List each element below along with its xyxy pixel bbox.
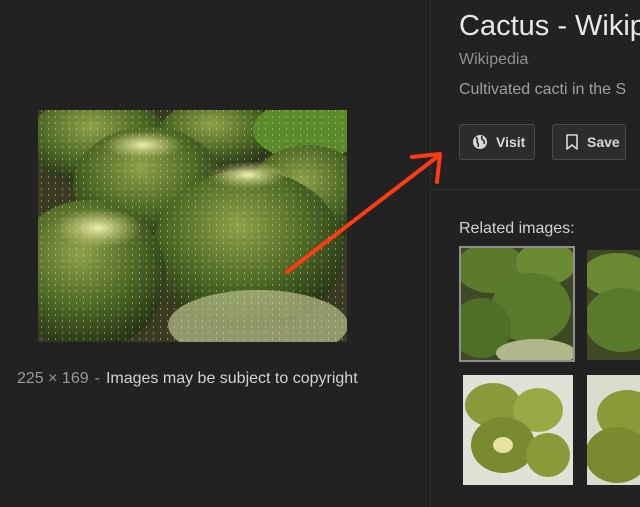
related-image-thumb[interactable] <box>587 375 640 485</box>
preview-panel: 225 × 169- Images may be subject to copyr… <box>0 0 430 507</box>
result-title[interactable]: Cactus - Wikip <box>459 10 640 43</box>
globe-icon <box>473 135 487 149</box>
result-description: Cultivated cacti in the S <box>459 81 627 98</box>
image-meta: 225 × 169- Images may be subject to copyr… <box>17 370 358 388</box>
copyright-link[interactable]: Images may be subject to copyright <box>106 370 358 387</box>
related-thumb-image <box>461 248 573 360</box>
section-divider <box>431 189 640 190</box>
bookmark-icon <box>566 134 578 150</box>
image-viewer: 225 × 169- Images may be subject to copyr… <box>0 0 640 507</box>
image-dimensions: 225 × 169 <box>17 370 89 387</box>
save-button-label: Save <box>587 134 620 150</box>
related-image-thumb[interactable] <box>463 375 573 485</box>
main-cactus-image[interactable] <box>38 110 347 342</box>
related-image-thumb[interactable] <box>459 246 575 362</box>
related-thumb-image <box>463 375 573 485</box>
result-source[interactable]: Wikipedia <box>459 51 528 69</box>
visit-button-label: Visit <box>496 134 526 150</box>
related-thumb-image <box>587 375 640 485</box>
save-button[interactable]: Save <box>552 124 626 160</box>
cactus-photo <box>38 110 347 342</box>
related-images-heading: Related images: <box>459 220 575 237</box>
meta-separator: - <box>94 370 100 387</box>
visit-button[interactable]: Visit <box>459 124 535 160</box>
related-thumb-image <box>587 250 640 360</box>
related-image-thumb[interactable] <box>587 250 640 360</box>
details-panel: Cactus - Wikip Wikipedia Cultivated cact… <box>431 0 640 507</box>
